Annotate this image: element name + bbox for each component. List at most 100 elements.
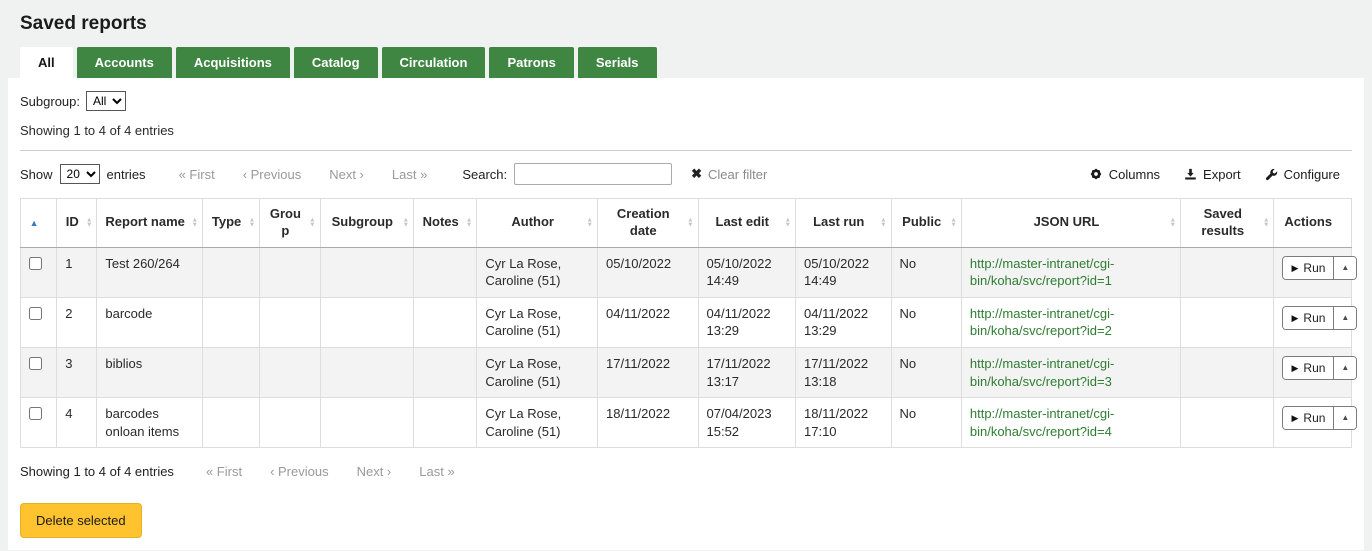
json-url-link[interactable]: http://master-intranet/cgi-bin/koha/svc/… — [970, 406, 1115, 439]
tab-patrons[interactable]: Patrons — [489, 47, 573, 78]
gear-icon — [1089, 167, 1103, 181]
run-dropdown-toggle[interactable]: ▲ — [1333, 407, 1356, 429]
json-url-link[interactable]: http://master-intranet/cgi-bin/koha/svc/… — [970, 306, 1115, 339]
json-url-link[interactable]: http://master-intranet/cgi-bin/koha/svc/… — [970, 256, 1115, 289]
cell-type — [202, 398, 259, 448]
caret-up-icon: ▲ — [1341, 263, 1349, 273]
table-row: 4barcodes onloan itemsCyr La Rose, Carol… — [21, 398, 1352, 448]
run-button[interactable]: ▶Run — [1283, 307, 1333, 329]
column-header-saved-results[interactable]: Saved results▲▼ — [1181, 199, 1274, 248]
cell-type — [202, 247, 259, 297]
run-label: Run — [1303, 261, 1325, 275]
entries-info-bottom: Showing 1 to 4 of 4 entries — [20, 464, 174, 479]
cell-created: 17/11/2022 — [597, 347, 698, 397]
cell-group — [260, 398, 320, 448]
cell-group — [260, 297, 320, 347]
page-next-button[interactable]: Next › — [329, 167, 364, 182]
tab-serials[interactable]: Serials — [578, 47, 657, 78]
run-dropdown-toggle[interactable]: ▲ — [1333, 257, 1356, 279]
column-header-json-url[interactable]: JSON URL▲▼ — [961, 199, 1180, 248]
sort-icon: ▲▼ — [785, 217, 791, 228]
tab-catalog[interactable]: Catalog — [294, 47, 378, 78]
cell-saved_results — [1181, 398, 1274, 448]
cell-select — [21, 398, 57, 448]
play-icon: ▶ — [1291, 363, 1298, 374]
run-dropdown-toggle[interactable]: ▲ — [1333, 357, 1356, 379]
page-last-button[interactable]: Last » — [392, 167, 427, 182]
sort-icon: ▲▼ — [466, 217, 472, 228]
column-header-notes[interactable]: Notes▲▼ — [414, 199, 477, 248]
table-footer: Showing 1 to 4 of 4 entries « First ‹ Pre… — [20, 464, 1352, 479]
cell-select — [21, 247, 57, 297]
column-header-select[interactable]: ▲ — [21, 199, 57, 248]
columns-label: Columns — [1109, 167, 1160, 182]
row-checkbox[interactable] — [29, 257, 42, 270]
row-checkbox[interactable] — [29, 407, 42, 420]
clear-filter-button[interactable]: ✖ Clear filter — [691, 166, 767, 182]
sort-icon: ▲▼ — [1263, 217, 1269, 228]
pagination-top: « First ‹ Previous Next › Last » — [179, 167, 428, 182]
cell-last_run: 04/11/2022 13:29 — [796, 297, 892, 347]
run-button[interactable]: ▶Run — [1283, 257, 1333, 279]
configure-button[interactable]: Configure — [1265, 167, 1340, 182]
page-first-button[interactable]: « First — [206, 464, 242, 479]
column-header-public[interactable]: Public▲▼ — [891, 199, 961, 248]
column-header-last-run[interactable]: Last run▲▼ — [796, 199, 892, 248]
cell-created: 18/11/2022 — [597, 398, 698, 448]
column-header-subgroup[interactable]: Subgroup▲▼ — [320, 199, 413, 248]
column-header-type[interactable]: Type▲▼ — [202, 199, 259, 248]
content-panel: Subgroup: All Showing 1 to 4 of 4 entrie… — [8, 78, 1364, 550]
page-previous-button[interactable]: ‹ Previous — [270, 464, 329, 479]
search-input[interactable] — [514, 163, 672, 185]
column-header-report-name[interactable]: Report name▲▼ — [97, 199, 203, 248]
tab-acquisitions[interactable]: Acquisitions — [176, 47, 290, 78]
page-next-button[interactable]: Next › — [357, 464, 392, 479]
cell-created: 04/11/2022 — [597, 297, 698, 347]
cell-last_run: 18/11/2022 17:10 — [796, 398, 892, 448]
column-label: Public — [902, 214, 941, 229]
column-header-last-edit[interactable]: Last edit▲▼ — [698, 199, 796, 248]
cell-saved_results — [1181, 297, 1274, 347]
cell-author: Cyr La Rose, Caroline (51) — [477, 247, 598, 297]
cell-id: 4 — [57, 398, 97, 448]
tab-all[interactable]: All — [20, 47, 73, 78]
cell-author: Cyr La Rose, Caroline (51) — [477, 297, 598, 347]
row-checkbox[interactable] — [29, 357, 42, 370]
page-length-select[interactable]: 20 — [60, 164, 100, 184]
column-label: ID — [66, 214, 79, 229]
page-title: Saved reports — [20, 13, 1372, 35]
json-url-link[interactable]: http://master-intranet/cgi-bin/koha/svc/… — [970, 356, 1115, 389]
subgroup-select[interactable]: All — [86, 91, 126, 111]
export-button[interactable]: Export — [1184, 167, 1241, 182]
column-header-group[interactable]: Group▲▼ — [260, 199, 320, 248]
table-toolbar: Columns Export Configure — [1089, 167, 1352, 182]
cell-notes — [414, 297, 477, 347]
cell-id: 1 — [57, 247, 97, 297]
page-previous-button[interactable]: ‹ Previous — [243, 167, 302, 182]
clear-filter-label: Clear filter — [708, 167, 767, 182]
tab-accounts[interactable]: Accounts — [77, 47, 172, 78]
cell-subgroup — [320, 297, 413, 347]
caret-up-icon: ▲ — [1341, 363, 1349, 373]
page-last-button[interactable]: Last » — [419, 464, 454, 479]
tab-circulation[interactable]: Circulation — [382, 47, 486, 78]
cell-id: 2 — [57, 297, 97, 347]
show-label: Show — [20, 167, 53, 182]
run-button-group: ▶Run▲ — [1282, 406, 1357, 430]
row-checkbox[interactable] — [29, 307, 42, 320]
columns-button[interactable]: Columns — [1089, 167, 1160, 182]
run-button[interactable]: ▶Run — [1283, 407, 1333, 429]
cell-public: No — [891, 347, 961, 397]
run-button[interactable]: ▶Run — [1283, 357, 1333, 379]
column-header-author[interactable]: Author▲▼ — [477, 199, 598, 248]
column-header-id[interactable]: ID▲▼ — [57, 199, 97, 248]
cell-last_run: 17/11/2022 13:18 — [796, 347, 892, 397]
page-first-button[interactable]: « First — [179, 167, 215, 182]
column-label: Actions — [1284, 214, 1332, 229]
column-label: Type — [212, 214, 241, 229]
run-dropdown-toggle[interactable]: ▲ — [1333, 307, 1356, 329]
column-header-creation-date[interactable]: Creation date▲▼ — [597, 199, 698, 248]
delete-selected-button[interactable]: Delete selected — [20, 503, 142, 538]
search-label: Search: — [462, 167, 507, 182]
cell-last_run: 05/10/2022 14:49 — [796, 247, 892, 297]
